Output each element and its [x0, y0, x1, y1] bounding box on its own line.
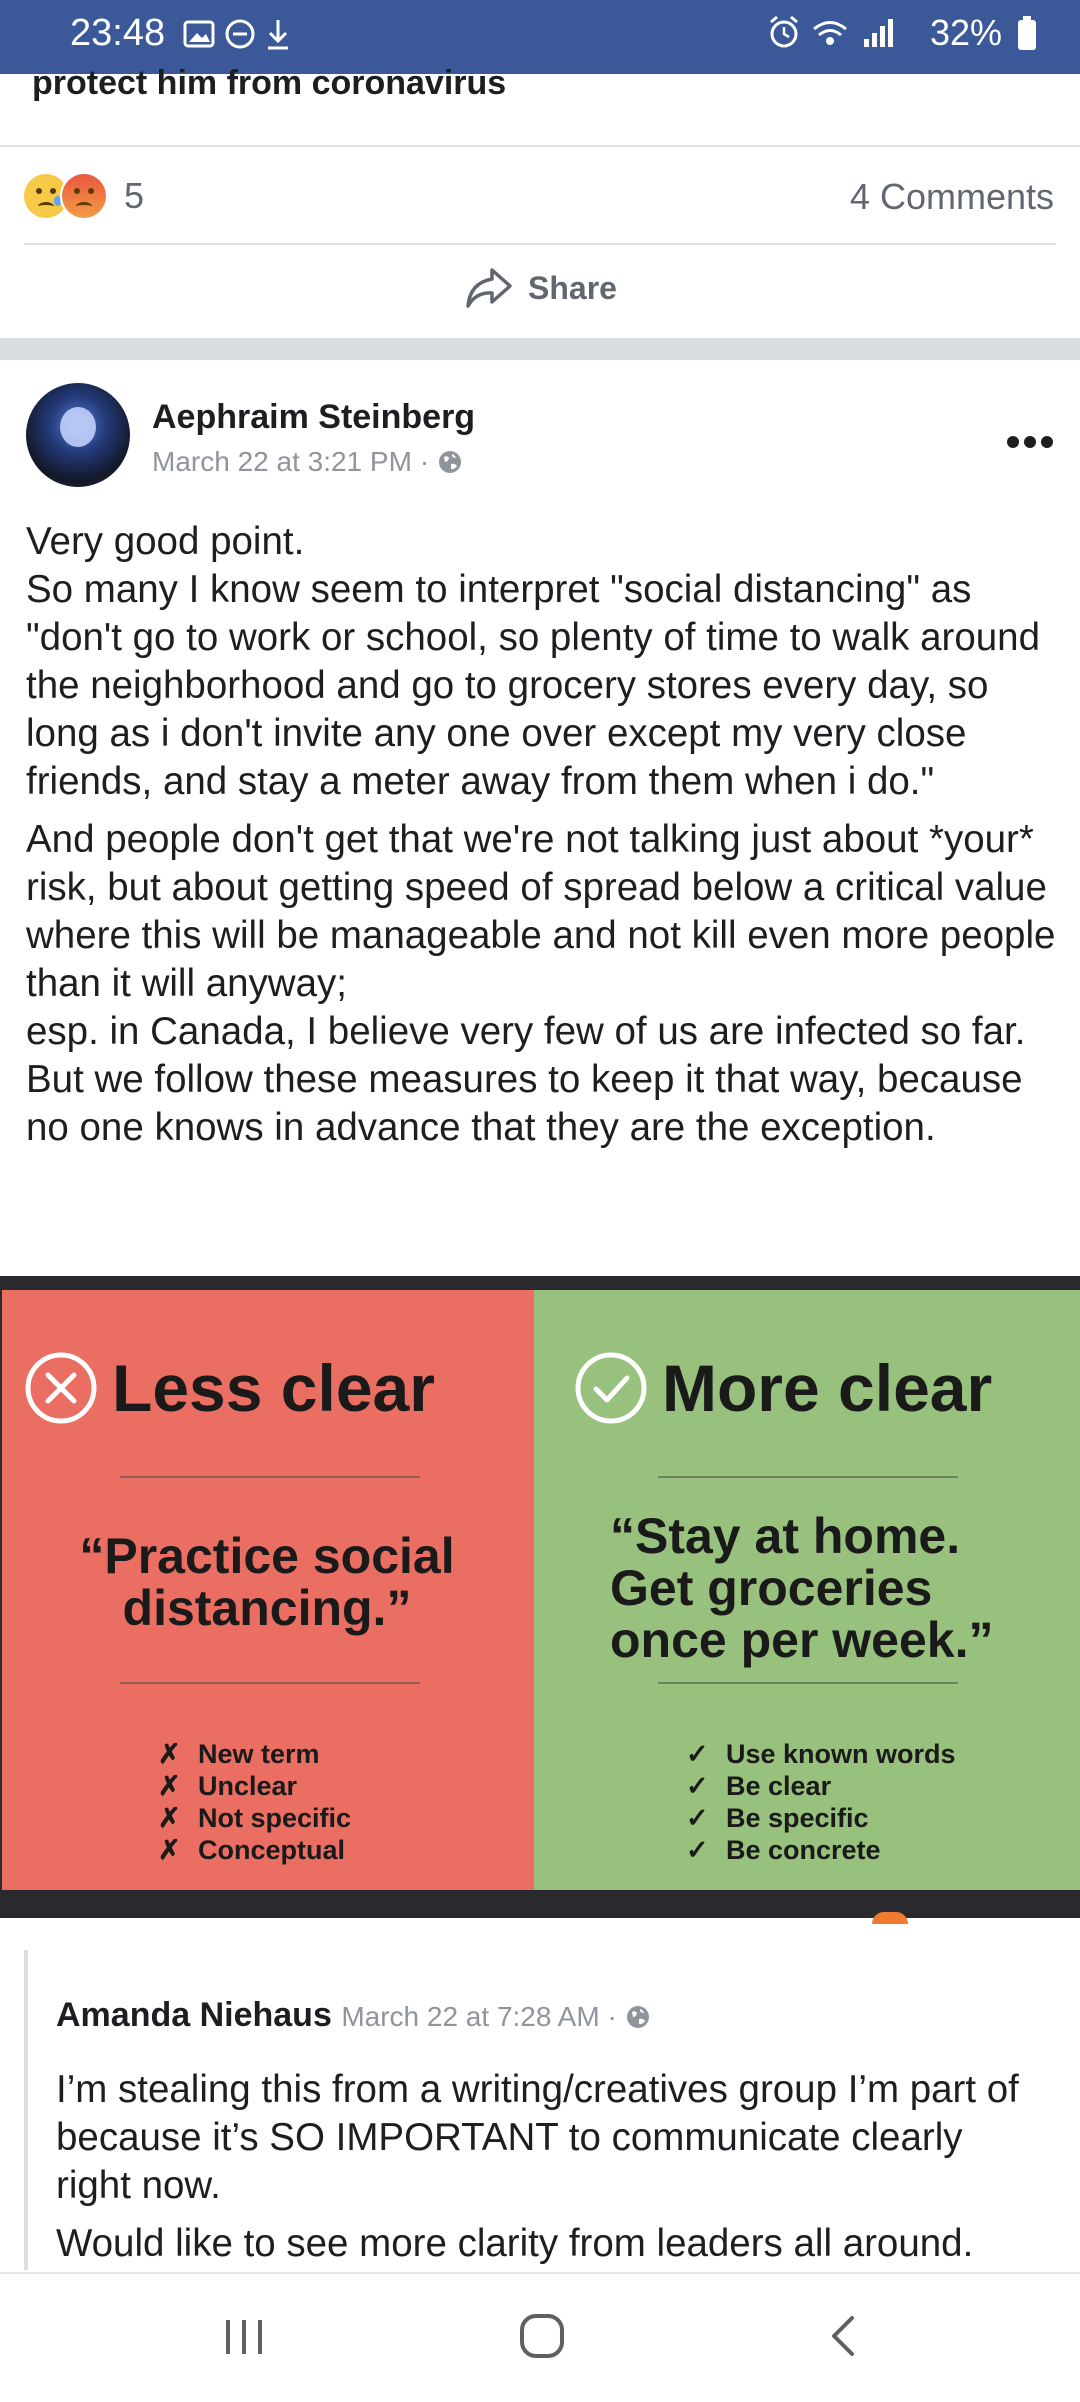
bullet-item: ✗ Conceptual — [158, 1835, 346, 1865]
comment-header: Amanda Niehaus March 22 at 7:28 AM · — [56, 1996, 651, 2035]
check-mark-icon: ✓ — [686, 1771, 709, 1801]
less-clear-bullets: ✗ New term ✗ Unclear ✗ Not specific ✗ Concep… — [158, 1738, 351, 1866]
reactions-summary[interactable]: 5 — [24, 172, 144, 220]
check-mark-icon: ✓ — [686, 1739, 709, 1769]
less-clear-heading: Less clear — [112, 1351, 435, 1425]
check-circle-icon — [575, 1352, 647, 1424]
x-mark-icon: ✗ — [158, 1803, 181, 1833]
less-clear-heading-row: Less clear — [24, 1350, 435, 1426]
post-author[interactable]: Aephraim Steinberg — [152, 398, 475, 437]
post-separator — [0, 338, 1080, 360]
divider — [0, 145, 1080, 147]
divider — [658, 1682, 958, 1684]
divider — [658, 1476, 958, 1478]
bullet-item: ✗ Not specific — [158, 1803, 352, 1833]
divider — [120, 1476, 420, 1478]
recents-icon[interactable] — [222, 2314, 266, 2358]
post-meta: March 22 at 3:21 PM · — [152, 446, 463, 478]
bullet-item: ✓ Use known words — [686, 1739, 956, 1769]
more-options-button[interactable] — [1006, 410, 1054, 460]
image-icon — [183, 20, 215, 48]
back-icon[interactable] — [824, 2314, 864, 2358]
home-icon[interactable] — [518, 2312, 566, 2360]
more-clear-bullets: ✓ Use known words ✓ Be clear ✓ Be specific … — [686, 1738, 956, 1866]
more-clear-heading: More clear — [662, 1351, 993, 1425]
previous-post-text: protect him from coronavirus — [32, 64, 507, 102]
battery-icon — [1018, 16, 1036, 50]
post-image[interactable]: Less clear “Practice social distancing.”… — [0, 1276, 1080, 1918]
signal-icon — [863, 19, 893, 47]
bullet-item: ✓ Be clear — [686, 1771, 832, 1801]
check-mark-icon: ✓ — [686, 1803, 709, 1833]
divider — [120, 1682, 420, 1684]
angry-reaction-icon — [60, 172, 108, 220]
x-circle-icon — [25, 1352, 97, 1424]
check-mark-icon: ✓ — [686, 1835, 709, 1865]
comment-paragraph: I’m stealing this from a writing/creativ… — [56, 2068, 1019, 2207]
meta-separator: · — [607, 2001, 617, 2032]
bullet-item: ✗ Unclear — [158, 1771, 298, 1801]
post-timestamp[interactable]: March 22 at 3:21 PM — [152, 446, 412, 478]
status-time: 23:48 — [70, 12, 166, 54]
bullet-item: ✗ New term — [158, 1739, 320, 1769]
less-clear-panel: Less clear “Practice social distancing.”… — [2, 1290, 534, 1890]
x-mark-icon: ✗ — [158, 1771, 181, 1801]
battery-percent: 32% — [929, 12, 1002, 53]
meta-separator: · — [419, 446, 430, 477]
post-body: Very good point. So many I know seem to … — [26, 518, 1056, 1152]
status-bar: 23:48 32% — [0, 0, 1080, 74]
comment-author[interactable]: Amanda Niehaus — [56, 1996, 332, 2034]
globe-icon — [439, 451, 462, 473]
android-nav-bar — [0, 2272, 1080, 2402]
image-decoration — [872, 1912, 908, 1924]
share-button[interactable]: Share — [464, 266, 617, 310]
x-mark-icon: ✗ — [158, 1739, 181, 1769]
more-clear-panel: More clear “Stay at home. Get groceries … — [534, 1290, 1080, 1890]
comment-timestamp[interactable]: March 22 at 7:28 AM · — [341, 2001, 650, 2032]
download-icon — [268, 20, 288, 50]
reaction-count: 5 — [124, 175, 145, 216]
status-right-icons: 32% — [766, 12, 1038, 54]
comment-paragraph: Would like to see more clarity from lead… — [56, 2222, 974, 2265]
status-system-icons — [769, 15, 893, 48]
share-icon — [466, 268, 512, 308]
bullet-item: ✓ Be specific — [686, 1803, 869, 1833]
share-label: Share — [528, 269, 617, 306]
comments-count-link[interactable]: 4 Comments — [850, 176, 1054, 218]
avatar[interactable] — [26, 383, 130, 487]
wifi-icon — [812, 21, 847, 45]
quote-bar — [24, 1950, 28, 2270]
x-mark-icon: ✗ — [158, 1835, 181, 1865]
more-clear-quote: “Stay at home. Get groceries once per we… — [610, 1508, 994, 1668]
status-left-icons — [182, 16, 302, 61]
more-icon — [1007, 436, 1053, 448]
post-paragraph: And people don't get that we're not talk… — [26, 818, 1056, 1149]
bullet-item: ✓ Be concrete — [686, 1835, 881, 1865]
do-not-disturb-icon — [225, 19, 255, 49]
divider — [24, 243, 1056, 245]
alarm-icon — [769, 15, 798, 48]
globe-icon — [626, 2006, 649, 2028]
less-clear-quote: “Practice social distancing.” — [79, 1528, 455, 1636]
post-paragraph: Very good point. So many I know seem to … — [26, 520, 1040, 803]
more-clear-heading-row: More clear — [574, 1350, 992, 1426]
comment-body: I’m stealing this from a writing/creativ… — [56, 2066, 1046, 2268]
